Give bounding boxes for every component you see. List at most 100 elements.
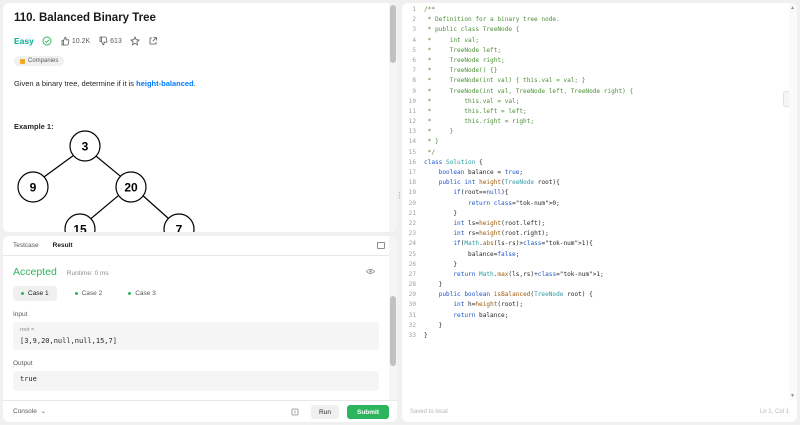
line-number: 7 — [412, 67, 416, 75]
code-line[interactable]: 26 } — [402, 260, 789, 270]
code-text: * public class TreeNode { — [424, 26, 520, 34]
code-line[interactable]: 13 * } — [402, 127, 789, 137]
scrollbar-thumb[interactable] — [390, 296, 396, 366]
console-label: Console — [13, 408, 37, 415]
code-line[interactable]: 8 * TreeNode(int val) { this.val = val; … — [402, 76, 789, 86]
companies-tag[interactable]: Companies — [14, 56, 65, 66]
editor-scrollbar[interactable]: ▲ ▼ — [789, 3, 797, 401]
code-text: if(root==null){ — [453, 189, 509, 197]
note-icon[interactable] — [291, 408, 299, 416]
companies-label: Companies — [28, 58, 59, 64]
tab-result[interactable]: Result — [53, 242, 73, 249]
line-number: 15 — [408, 148, 416, 156]
tree-node: 3 — [69, 130, 101, 162]
code-text: if(Math.abs(ls-rs)>class="tok-num">1){ — [453, 240, 593, 248]
line-number: 17 — [408, 169, 416, 176]
code-line[interactable]: 24 if(Math.abs(ls-rs)>class="tok-num">1)… — [402, 239, 789, 249]
code-line[interactable]: 17 boolean balance = true; — [402, 168, 789, 178]
code-line[interactable]: 15 */ — [402, 148, 789, 158]
code-text: * TreeNode right; — [424, 56, 505, 64]
line-number: 27 — [408, 270, 416, 278]
description-scrollbar[interactable] — [389, 3, 397, 232]
submit-button[interactable]: Submit — [347, 405, 389, 419]
share-icon — [149, 37, 157, 45]
svg-text:20: 20 — [124, 181, 138, 195]
code-line[interactable]: 32 } — [402, 321, 789, 331]
case-1-tab[interactable]: Case 1 — [13, 286, 57, 301]
line-number: 21 — [408, 209, 416, 217]
line-number: 3 — [412, 26, 416, 34]
tree-node: 20 — [115, 171, 147, 203]
code-line[interactable]: 1 /** — [402, 5, 789, 15]
code-line[interactable]: 11 * this.left = left; — [402, 107, 789, 117]
pass-dot-icon — [128, 292, 132, 295]
code-line[interactable]: 7 * TreeNode() {} — [402, 66, 789, 76]
code-line[interactable]: 3 * public class TreeNode { — [402, 25, 789, 35]
svg-text:3: 3 — [82, 140, 89, 154]
code-line[interactable]: 14 * } — [402, 137, 789, 147]
case-3-tab[interactable]: Case 3 — [120, 286, 164, 301]
code-line[interactable]: 22 int ls=height(root.left); — [402, 219, 789, 229]
code-line[interactable]: 21 } — [402, 209, 789, 219]
solved-check — [42, 36, 52, 46]
code-line[interactable]: 28 } — [402, 280, 789, 290]
input-box: root = [3,9,20,null,null,15,7] — [13, 322, 379, 350]
code-line[interactable]: 10 * this.val = val; — [402, 97, 789, 107]
code-line[interactable]: 27 return Math.max(ls,rs)+class="tok-num… — [402, 270, 789, 280]
eye-icon[interactable] — [366, 268, 375, 275]
code-line[interactable]: 6 * TreeNode right; — [402, 56, 789, 66]
code-line[interactable]: 29 public boolean isBalanced(TreeNode ro… — [402, 290, 789, 300]
code-text: int ls=height(root.left); — [453, 219, 546, 227]
tab-testcase[interactable]: Testcase — [13, 242, 39, 249]
code-line[interactable]: 16 class Solution { — [402, 158, 789, 168]
code-line[interactable]: 9 * TreeNode(int val, TreeNode left, Tre… — [402, 87, 789, 97]
line-number: 2 — [412, 16, 416, 24]
star-icon — [129, 36, 140, 46]
thumbs-down-icon — [99, 36, 108, 46]
problem-title: 110. Balanced Binary Tree — [14, 12, 156, 24]
code-line[interactable]: 12 * this.right = right; — [402, 117, 789, 127]
difficulty-badge: Easy — [14, 36, 34, 46]
line-number: 28 — [408, 281, 416, 289]
example-tree-diagram: 3 9 20 15 7 — [17, 130, 195, 232]
code-text: return class="tok-num">0; — [468, 199, 560, 207]
saved-status: Saved to local — [410, 409, 448, 415]
console-toggle[interactable]: Console ⌄ — [13, 408, 46, 415]
code-line[interactable]: 2 * Definition for a binary tree node. — [402, 15, 789, 25]
line-number: 24 — [408, 240, 416, 248]
code-line[interactable]: 23 int rs=height(root.right); — [402, 229, 789, 239]
code-line[interactable]: 5 * TreeNode left; — [402, 46, 789, 56]
svg-text:9: 9 — [30, 181, 37, 195]
param-name: root = — [20, 327, 35, 333]
panel-resize-handle[interactable] — [398, 186, 401, 199]
check-circle-icon — [42, 36, 52, 46]
scroll-up-icon[interactable]: ▲ — [790, 5, 795, 11]
height-balanced-link[interactable]: height-balanced — [136, 79, 194, 88]
code-text: } — [424, 332, 428, 339]
code-text: * this.left = left; — [424, 107, 527, 115]
share-button[interactable] — [148, 36, 158, 46]
line-number: 23 — [408, 230, 416, 238]
like-button[interactable]: 10.2K — [60, 36, 90, 46]
code-line[interactable]: 31 return balance; — [402, 311, 789, 321]
favorite-button[interactable] — [129, 36, 140, 46]
line-number: 5 — [412, 46, 416, 54]
dislike-button[interactable]: 613 — [98, 36, 122, 46]
output-value: true — [20, 375, 37, 383]
code-editor[interactable]: 1 /** 2 * Definition for a binary tree nod… — [402, 3, 789, 401]
line-number: 16 — [408, 158, 416, 166]
case-2-tab[interactable]: Case 2 — [67, 286, 111, 301]
code-line[interactable]: 33} — [402, 331, 789, 341]
layout-icon[interactable] — [377, 242, 385, 249]
code-line[interactable]: 4 * int val; — [402, 36, 789, 46]
code-line[interactable]: 20 return class="tok-num">0; — [402, 199, 789, 209]
code-line[interactable]: 25 balance=false; — [402, 250, 789, 260]
scroll-down-icon[interactable]: ▼ — [790, 393, 795, 399]
run-button[interactable]: Run — [311, 405, 339, 419]
code-line[interactable]: 19 if(root==null){ — [402, 188, 789, 198]
result-scrollbar[interactable] — [389, 236, 397, 400]
scrollbar-thumb[interactable] — [390, 5, 396, 63]
code-line[interactable]: 30 int h=height(root); — [402, 300, 789, 310]
code-text: return balance; — [453, 311, 509, 319]
code-line[interactable]: 18 public int height(TreeNode root){ — [402, 178, 789, 188]
